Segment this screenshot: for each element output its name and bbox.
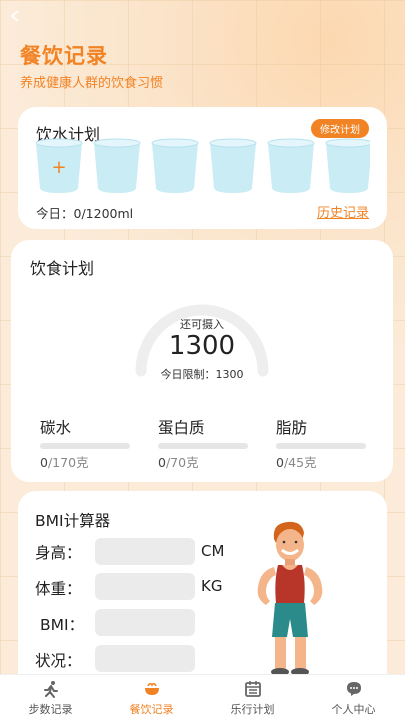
page-title: 餐饮记录 [20, 44, 108, 68]
gauge-label: 还可摄入 [180, 318, 224, 331]
weight-unit: KG [201, 577, 223, 595]
water-cup[interactable] [151, 138, 199, 194]
bmi-value-field[interactable] [95, 609, 195, 636]
nutrient-progress-bar [158, 443, 248, 449]
nutrient-name: 蛋白质 [158, 419, 205, 437]
water-cup[interactable] [325, 138, 370, 194]
water-today-text: 今日：0/1200ml [36, 206, 134, 221]
running-icon [44, 681, 58, 698]
tab-food-records[interactable]: 餐饮记录 [101, 675, 202, 720]
tab-label: 步数记录 [28, 703, 73, 716]
nutrient-name: 脂肪 [276, 419, 308, 437]
nutrient-carbs: 碳水 0/170克 [40, 416, 130, 471]
nutrient-value: 0/45克 [276, 455, 317, 470]
gauge-limit: 今日限制：1300 [160, 368, 244, 381]
history-link[interactable]: 历史记录 [317, 202, 369, 221]
diet-plan-card: 饮食计划 还可摄入 1300 今日限制：1300 碳水 0/170克 蛋白质 0… [11, 240, 393, 482]
nutrient-progress-bar [276, 443, 366, 449]
tab-activity-plan[interactable]: 乐行计划 [202, 675, 303, 720]
bmi-title: BMI计算器 [35, 512, 111, 530]
page-subtitle: 养成健康人群的饮食习惯 [20, 76, 164, 91]
gauge-value: 1300 [168, 331, 236, 361]
nutrient-fat: 脂肪 0/45克 [276, 416, 366, 471]
height-input[interactable] [95, 538, 195, 565]
weight-input[interactable] [95, 573, 195, 600]
water-cup[interactable] [267, 138, 315, 194]
water-cup[interactable] [209, 138, 257, 194]
bmi-calculator-card: BMI计算器 身高： CM 体重： KG BMI： 状况： [18, 491, 387, 691]
add-water-cup[interactable]: + [35, 138, 83, 194]
water-plan-card: 饮水计划 修改计划 + 今日：0/1200ml 历史记录 [18, 107, 387, 229]
add-icon: + [51, 157, 66, 178]
height-unit: CM [201, 542, 225, 560]
bmi-label: BMI： [40, 616, 85, 634]
nutrient-value: 0/170克 [40, 455, 89, 470]
bottom-tab-bar: 步数记录 餐饮记录 乐行计划 个人中心 [0, 674, 405, 720]
food-bowl-icon [145, 682, 159, 695]
height-label: 身高： [35, 544, 82, 562]
status-label: 状况： [35, 652, 82, 670]
fitness-man-illustration [257, 521, 323, 676]
tab-label: 个人中心 [331, 703, 376, 716]
weight-label: 体重： [35, 580, 82, 598]
nutrient-progress-bar [40, 443, 130, 449]
edit-plan-button[interactable]: 修改计划 [311, 119, 369, 138]
nutrient-protein: 蛋白质 0/70克 [158, 416, 248, 471]
nutrient-name: 碳水 [40, 419, 72, 437]
tab-label: 乐行计划 [230, 703, 275, 716]
water-cup[interactable] [93, 138, 141, 194]
chat-bubble-icon [347, 682, 361, 696]
calendar-icon [245, 681, 261, 697]
status-field[interactable] [95, 645, 195, 672]
tab-step-records[interactable]: 步数记录 [0, 675, 101, 720]
water-cups: + [35, 138, 370, 196]
diet-plan-title: 饮食计划 [30, 259, 95, 278]
back-arrow-icon[interactable] [9, 10, 21, 22]
nutrient-value: 0/70克 [158, 455, 199, 470]
tab-label: 餐饮记录 [129, 703, 174, 716]
tab-profile[interactable]: 个人中心 [303, 675, 404, 720]
